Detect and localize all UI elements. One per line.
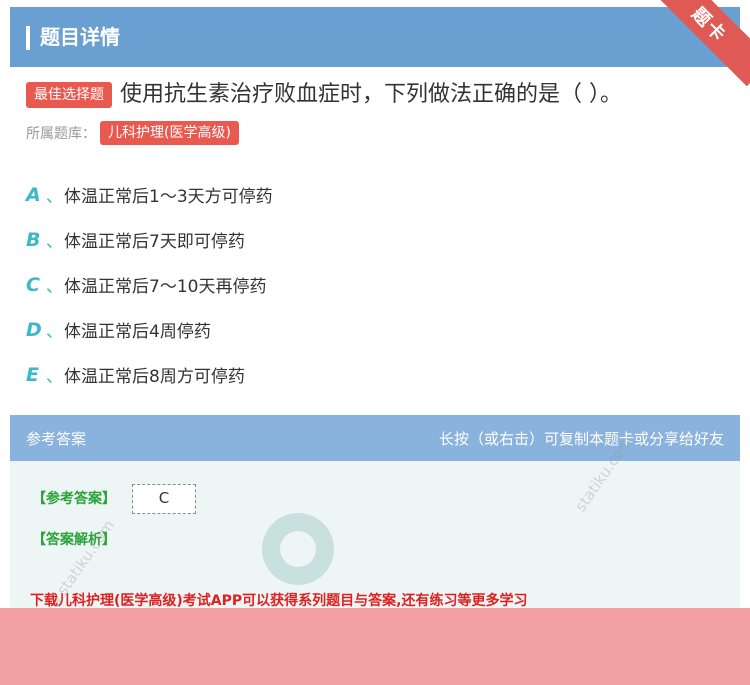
option-text: 体温正常后8周方可停药 [64, 367, 245, 387]
question-bank-row: 所属题库： 儿科护理(医学高级) [26, 120, 239, 146]
bank-label: 所属题库： [26, 126, 96, 142]
app-download-promo[interactable]: 下载儿科护理(医学高级)考试APP可以获得系列题目与答案,还有练习等更多学习 [30, 590, 527, 610]
page-header: 题目详情 [10, 7, 740, 67]
option-d[interactable]: D 、 体温正常后4周停药 [26, 307, 726, 352]
option-letter: B [26, 228, 41, 251]
option-separator: 、 [46, 322, 63, 342]
option-text: 体温正常后4周停药 [64, 322, 211, 342]
reference-answer-value: C [132, 484, 196, 514]
bank-name-badge[interactable]: 儿科护理(医学高级) [100, 121, 239, 145]
corner-ribbon-wrap: 题卡 [650, 0, 750, 90]
option-b[interactable]: B 、 体温正常后7天即可停药 [26, 217, 726, 262]
option-c[interactable]: C 、 体温正常后7～10天再停药 [26, 262, 726, 307]
page-title: 题目详情 [40, 25, 120, 49]
reference-answer-label: 【参考答案】 [32, 491, 116, 507]
option-separator: 、 [46, 277, 63, 297]
answer-section-header: 参考答案 长按（或右击）可复制本题卡或分享给好友 [10, 415, 740, 461]
option-text: 体温正常后7～10天再停药 [64, 277, 267, 297]
question-card-ribbon[interactable]: 题卡 [650, 0, 750, 87]
question-text: 使用抗生素治疗败血症时，下列做法正确的是（ ）。 [120, 82, 622, 107]
option-letter: D [26, 318, 42, 341]
answer-section-title: 参考答案 [26, 430, 87, 448]
option-a[interactable]: A 、 体温正常后1～3天方可停药 [26, 172, 726, 217]
bottom-overlay-banner[interactable] [0, 608, 750, 685]
header-accent-bar [26, 26, 30, 50]
option-letter: A [26, 183, 41, 206]
option-e[interactable]: E 、 体温正常后8周方可停药 [26, 352, 726, 397]
option-text: 体温正常后7天即可停药 [64, 232, 245, 252]
option-separator: 、 [46, 232, 63, 252]
option-letter: C [26, 273, 40, 296]
option-separator: 、 [46, 367, 63, 387]
option-separator: 、 [46, 187, 63, 207]
share-hint: 长按（或右击）可复制本题卡或分享给好友 [438, 430, 724, 448]
watermark-logo-icon [262, 513, 334, 585]
question-type-badge: 最佳选择题 [26, 82, 112, 108]
options-list: A 、 体温正常后1～3天方可停药 B 、 体温正常后7天即可停药 C 、 体温… [26, 172, 726, 397]
question-row: 最佳选择题 使用抗生素治疗败血症时，下列做法正确的是（ ）。 [26, 78, 726, 112]
option-letter: E [26, 363, 39, 386]
watermark-logo-inner [280, 531, 316, 567]
option-text: 体温正常后1～3天方可停药 [64, 187, 273, 207]
